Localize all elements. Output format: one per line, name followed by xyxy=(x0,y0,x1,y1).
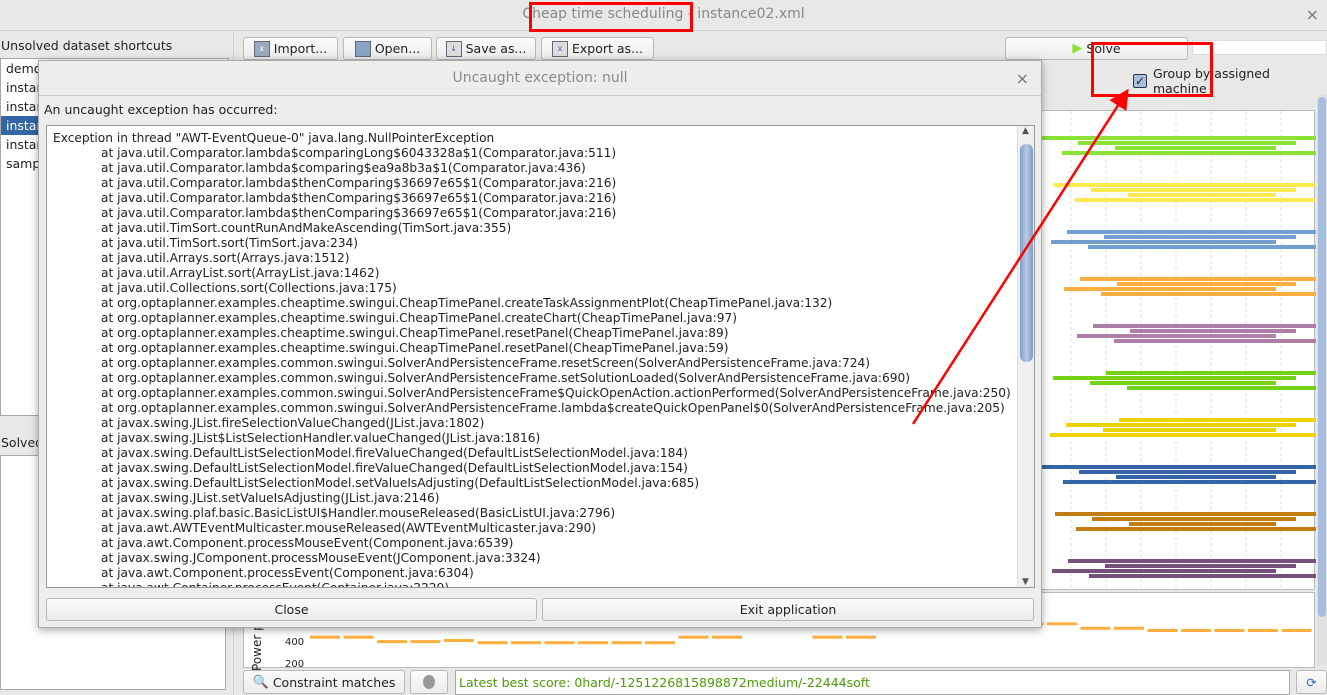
annotation-arrow xyxy=(911,88,1129,425)
